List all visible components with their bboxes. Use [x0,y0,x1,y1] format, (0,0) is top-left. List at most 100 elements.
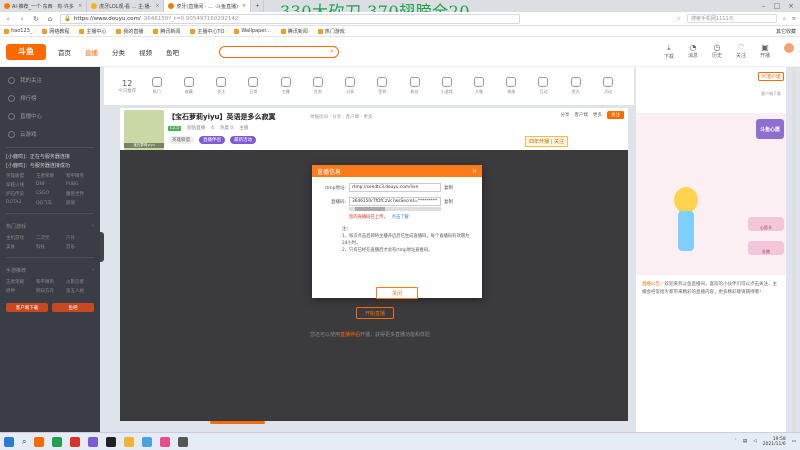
room-tag[interactable]: 最新活动 [230,136,256,144]
page-scrollbar[interactable] [792,67,796,432]
category-item[interactable]: 小游戏 [431,77,463,95]
new-tab-button[interactable]: + [251,0,265,12]
category-link[interactable]: PUBG [66,182,94,188]
header-messages[interactable]: ◔ 消息 [688,43,698,60]
category-item[interactable]: 贵族 [495,77,527,95]
copy-rtmp-button[interactable]: 复制 [444,185,453,191]
bookmark-item[interactable]: 腾讯新闻 [153,28,180,35]
browser-search-input[interactable]: 搜索手机网1111元 [686,14,777,23]
category-link[interactable]: 英雄联盟 [6,173,34,179]
gift-card[interactable]: 礼物 [748,241,784,255]
room-tag[interactable]: 英雄联盟 [168,136,194,144]
client-link[interactable]: 客户端 [575,112,589,118]
category-item[interactable]: 活动 [592,77,624,95]
category-item[interactable]: 收藏 [173,77,205,95]
sidebar-item-center[interactable]: 直播中心 [0,107,100,125]
nav-video[interactable]: 视频 [139,47,152,57]
category-item[interactable]: 互动 [527,77,559,95]
date-card[interactable]: 12 今日推荐 [114,79,141,94]
close-icon[interactable]: × [472,168,477,175]
follow-button[interactable]: 关注 [607,111,624,119]
category-item[interactable]: 粉丝 [398,77,430,95]
chevron-up-icon[interactable]: ˄ [735,439,737,444]
room-tag[interactable]: 直播伴侣 [199,136,225,144]
sidebar-item-cloud-game[interactable]: 云游戏 [0,125,100,143]
maximize-icon[interactable]: □ [774,2,781,10]
taskbar-app-icon[interactable] [124,436,135,447]
category-link[interactable]: 二次元 [36,235,64,241]
category-link[interactable]: CSGO [36,191,64,197]
category-item[interactable]: 大咖 [463,77,495,95]
category-item[interactable]: 鱼丸 [560,77,592,95]
user-avatar[interactable] [784,43,794,60]
sidebar-item-ranking[interactable]: 排行榜 [0,89,100,107]
category-link[interactable]: 音乐 [66,244,94,250]
room-actions-text[interactable]: 举报房间 · 分享 · 客户端 · 更多 [310,114,372,120]
learn-more-link[interactable]: 点击了解 [392,215,409,220]
category-link[interactable]: 主机游戏 [6,235,34,241]
category-item[interactable]: 任务 [302,77,334,95]
clock[interactable]: 19:58 2021/11/6 [763,437,786,447]
category-link[interactable]: 原神 [6,288,34,294]
network-icon[interactable]: ▤ [743,439,747,444]
site-logo[interactable]: 斗鱼 [6,43,46,60]
category-link[interactable]: DNF [36,182,64,188]
other-bookmarks[interactable]: 其它收藏 [776,28,796,35]
category-item[interactable]: 热门 [141,77,173,95]
volume-icon[interactable]: ◁ [753,439,756,444]
taskbar-app-icon[interactable] [70,436,81,447]
header-follow[interactable]: ♡ 关注 [736,43,746,60]
category-link[interactable]: 和平精英 [36,279,64,285]
gift-card[interactable]: 心愿卡 [748,217,784,231]
start-broadcast-button[interactable]: 开始直播 [356,307,394,319]
sidebar-collapse-handle[interactable] [100,232,104,262]
live-tag[interactable]: 四年开播 | 关注 [525,136,568,147]
dialog-close-button[interactable]: 关闭 [376,287,418,299]
code-field[interactable]: 3646150rTfOfCzVc?wsSecret=********* [349,197,441,206]
header-broadcast[interactable]: ▣ 开播 [760,43,770,60]
more-link[interactable]: 更多 [593,112,602,118]
home-icon[interactable]: ⌂ [46,15,54,23]
nav-fishbar[interactable]: 鱼吧 [166,47,179,57]
search-icon[interactable]: ⌕ [22,437,26,447]
category-link[interactable]: 第五人格 [66,288,94,294]
category-link[interactable]: 王者荣耀 [6,279,34,285]
share-link[interactable]: 分享 [561,112,570,118]
header-history[interactable]: ◷ 历史 [712,43,722,60]
header-download[interactable]: ⤓ 下载 [664,43,674,60]
hint-link[interactable]: 直播伴侣 [340,332,360,338]
category-item[interactable]: 主播 [269,77,301,95]
category-link[interactable]: 和平精英 [66,173,94,179]
minimize-icon[interactable]: – [762,2,766,10]
menu-icon[interactable]: ≡ [792,16,796,22]
reload-icon[interactable]: ↻ [32,15,40,23]
sidebar-item-follow[interactable]: 我的关注 [0,71,100,89]
notification-icon[interactable]: ▭ [792,439,796,444]
bookmark-item[interactable]: 腾讯新闻 [280,28,308,35]
category-item[interactable]: 签到 [366,77,398,95]
category-link[interactable]: 火影忍者 [66,279,94,285]
category-link[interactable]: 魔兽世界 [66,191,94,197]
category-link[interactable]: QQ飞车 [36,200,64,206]
chevron-right-icon[interactable]: › [92,223,94,230]
pc-client-button[interactable]: PC客户端 [758,72,784,81]
url-input[interactable]: 🔒 https://www.douyu.com/3646150?_t=0.905… [60,13,520,24]
category-link[interactable]: DOTA2 [6,200,34,206]
bookmark-item[interactable]: 主播中心TO [190,28,224,35]
category-link[interactable]: 王者荣耀 [36,173,64,179]
category-link[interactable]: 炉石传说 [6,191,34,197]
browser-tab[interactable]: AI·推荐_一个·东西 · 有·许多 × [0,0,88,12]
category-link[interactable]: 颜值 [66,200,94,206]
room-category[interactable]: 颜值直播 [187,125,205,131]
chevron-right-icon[interactable]: › [92,267,94,274]
taskbar-app-icon[interactable] [106,436,117,447]
taskbar-app-icon[interactable] [142,436,153,447]
star-icon[interactable]: ☆ [677,16,681,22]
nav-category[interactable]: 分类 [112,47,125,57]
bookmark-item[interactable]: hao123_ [4,28,32,34]
taskbar-app-icon[interactable] [34,436,45,447]
bookmark-item[interactable]: 主播中心 [79,28,106,35]
browser-tab-active[interactable]: 虎牙(直播间 · ... ·斗鱼直播) × [164,0,252,12]
search-icon[interactable]: ⌕ [330,47,334,56]
browser-tab[interactable]: 虎牙LOL观·看 ... 主·播· × [87,0,165,12]
